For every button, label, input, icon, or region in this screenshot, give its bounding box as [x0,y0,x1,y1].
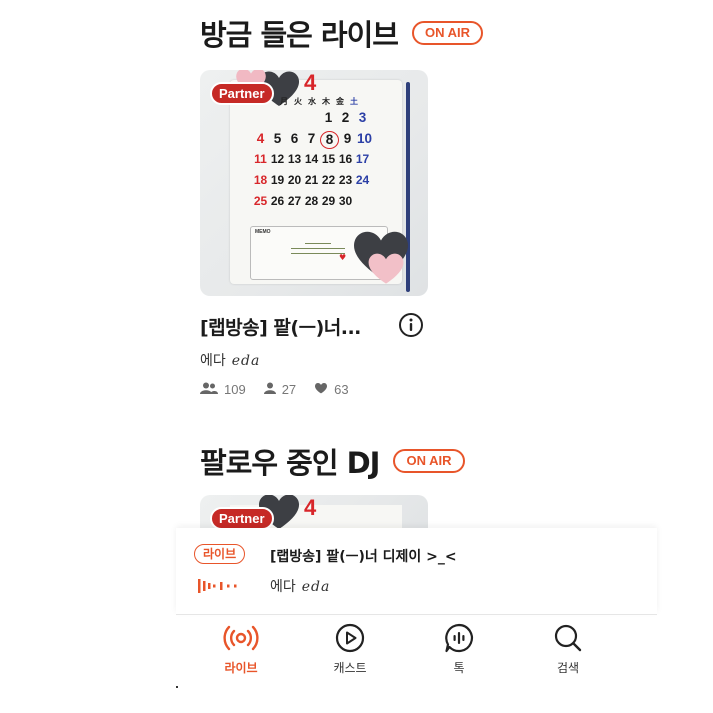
on-air-badge: ON AIR [411,21,483,45]
calendar-day [286,110,303,131]
calendar-day: 29 [321,194,336,208]
mini-player-title: [랩방송] 팥(ㅡ)너 디제이 >_< [270,549,457,565]
calendar-day: 2 [341,110,350,125]
like-count: 63 [334,382,349,397]
audio-wave-icon [198,578,248,598]
listener-count: 109 [224,382,246,397]
calendar-day: 23 [338,173,353,187]
weekday: 土 [350,97,358,106]
calendar-day: 25 [253,194,268,208]
calendar-day: 20 [287,173,302,187]
on-air-badge: ON AIR [393,449,465,473]
corner-mark [176,686,178,688]
calendar-row: 4 5 6 7 8 9 10 [252,131,373,152]
calendar-month: 4 [304,495,317,520]
weekday: 木 [322,97,330,106]
section-title-following: 팔로우 중인 DJ [200,446,380,480]
calendar-weekdays: 月 火 水 木 金 土 [278,96,360,107]
calendar-day [252,110,269,131]
partner-badge: Partner [210,82,274,105]
weekday: 金 [336,97,344,106]
live-title[interactable]: [랩방송] 팥(ㅡ)너... [200,313,361,340]
nav-tab-cast[interactable]: 캐스트 [312,623,388,676]
bottom-nav: 라이브 캐스트 톡 검색 [176,615,657,685]
calendar-row: 18 19 20 21 22 23 24 [252,173,373,194]
dj-name: 에다 [200,353,226,369]
calendar-day: 12 [270,152,285,166]
weekday: 月 [280,97,288,106]
calendar-day: 4 [256,131,265,146]
calendar-day: 7 [307,131,316,146]
calendar-day: 30 [338,194,353,208]
heart-icon [314,382,328,397]
nav-label: 라이브 [224,661,258,675]
calendar-day [269,110,286,131]
nav-tab-search[interactable]: 검색 [530,623,606,676]
play-circle-icon [312,623,388,653]
nav-tab-live[interactable]: 라이브 [203,623,279,676]
calendar-row: 1 2 3 [252,110,373,131]
dj-signature: eda [231,353,261,369]
mini-player-dj-name: 에다 [270,579,296,595]
calendar-day: 21 [304,173,319,187]
live-tag: 라이브 [194,544,246,564]
heart-sticker-pink-bottom [366,250,406,286]
calendar-day: 26 [270,194,285,208]
calendar-day: 5 [273,131,282,146]
calendar-day: 27 [287,194,302,208]
calendar-day: 1 [324,110,333,125]
search-icon [530,623,606,653]
calendar-day: 9 [343,131,352,146]
calendar-day: 24 [355,173,370,187]
info-icon[interactable] [398,312,424,338]
calendar-day [354,194,371,215]
live-broadcast-icon [203,623,279,653]
calendar-day: 28 [304,194,319,208]
calendar-day: 10 [356,131,373,146]
calendar-day: 22 [321,173,336,187]
fan-icon [263,382,276,397]
calendar-day: 18 [253,173,268,187]
calendar-month: 4 [304,70,317,95]
mini-player-dj-signature: eda [301,579,331,595]
calendar-day [303,110,320,131]
nav-label: 검색 [556,661,580,675]
dj-name-row: 에다 eda [200,350,260,370]
calendar-day: 14 [304,152,319,166]
nav-label: 톡 [453,661,465,675]
memo-scribble [291,239,345,258]
weekday: 水 [308,97,316,106]
calendar-day-circled: 8 [320,131,339,149]
calendar-day: 6 [290,131,299,146]
small-heart-icon: ♥ [339,253,347,262]
live-stats: 109 27 63 [200,382,349,397]
fan-count: 27 [281,382,297,397]
listeners-icon [200,382,218,397]
mini-player-dj: 에다 eda [270,576,330,596]
calendar-day: 19 [270,173,285,187]
partner-badge: Partner [210,507,274,530]
nav-label: 캐스트 [333,661,367,675]
calendar-day: 15 [321,152,336,166]
recent-live-header: 방금 들은 라이브 ON AIR [200,12,483,54]
calendar-row: 11 12 13 14 15 16 17 [252,152,373,173]
calendar-day: 16 [338,152,353,166]
live-thumbnail[interactable]: 4 月 火 水 木 金 土 1 2 3 4 5 6 7 8 9 10 11 12… [200,70,428,296]
calendar-day: 13 [287,152,302,166]
calendar-row: 25 26 27 28 29 30 [252,194,373,215]
nav-tab-talk[interactable]: 톡 [421,623,497,676]
section-title-recent: 방금 들은 라이브 [200,18,399,52]
weekday: 火 [294,97,302,106]
memo-label: MEMO [255,229,271,235]
mini-player[interactable]: 라이브 [랩방송] 팥(ㅡ)너 디제이 >_< 에다 eda [176,528,657,614]
calendar-day: 17 [355,152,370,166]
calendar-day: 11 [254,152,267,166]
talk-bubble-icon [421,623,497,653]
calendar-day: 3 [358,110,367,125]
calendar-grid: 1 2 3 4 5 6 7 8 9 10 11 12 13 14 15 16 1… [252,110,373,215]
following-dj-header: 팔로우 중인 DJ ON AIR [200,440,465,482]
